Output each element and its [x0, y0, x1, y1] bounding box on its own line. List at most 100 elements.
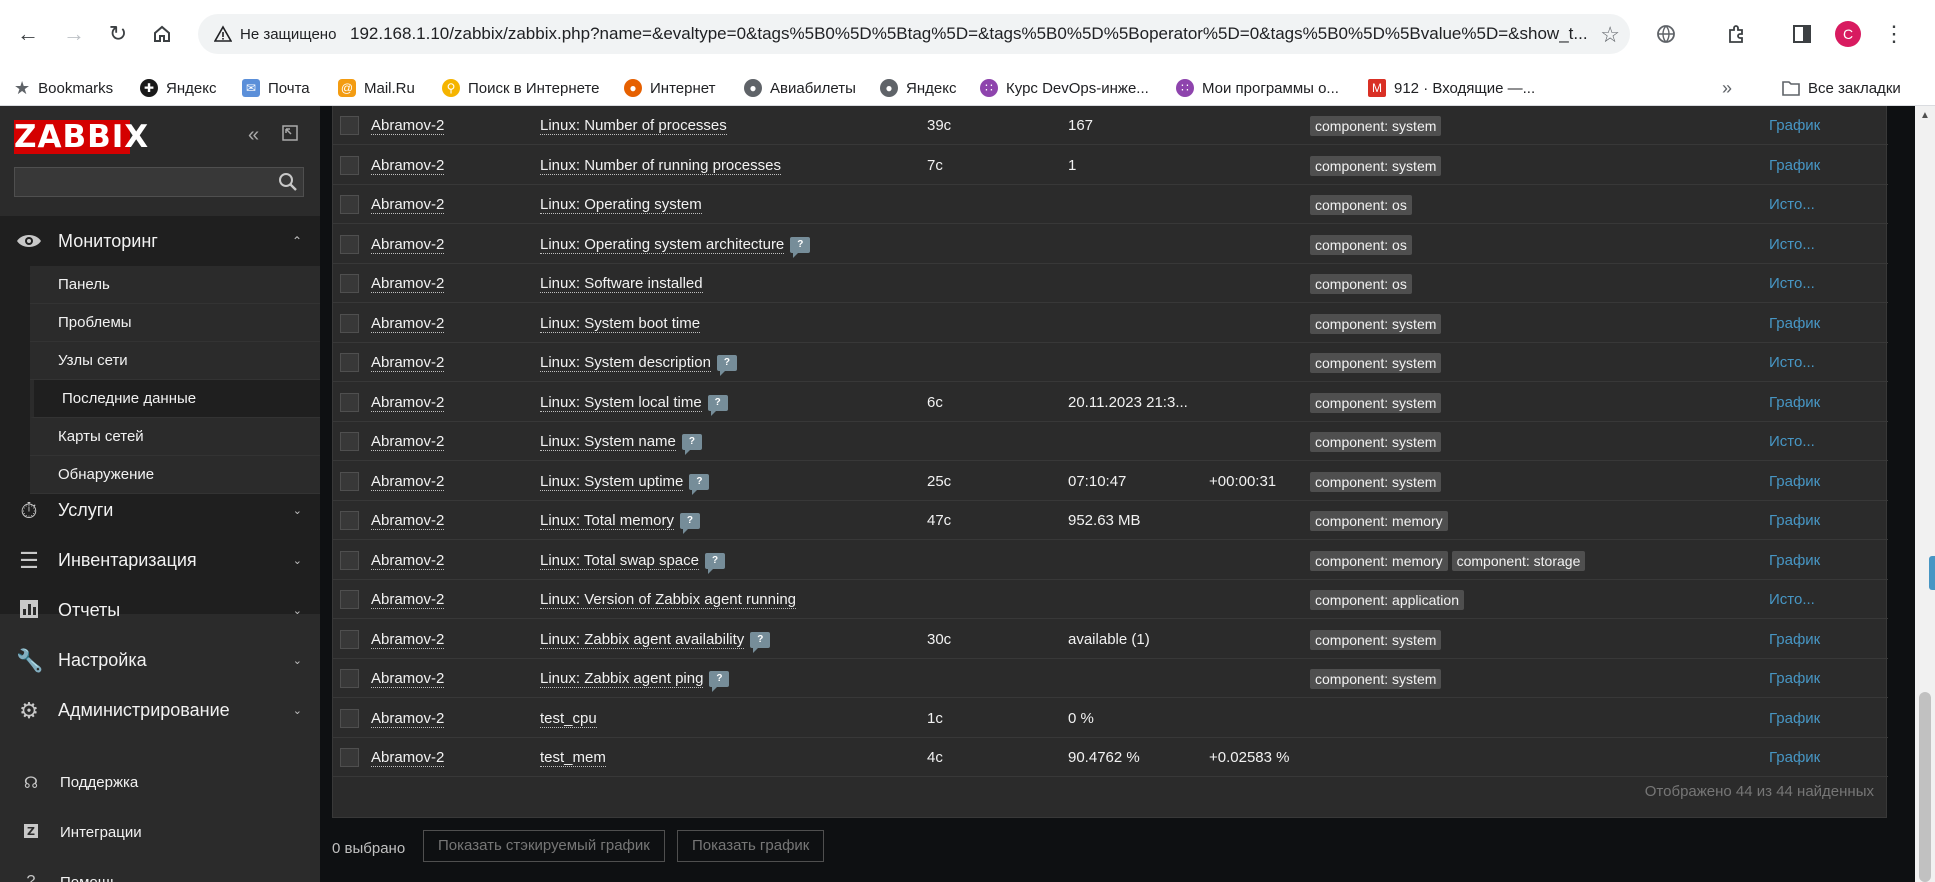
tag-badge[interactable]: component: system	[1310, 432, 1442, 453]
menu-inventory[interactable]: ☰ Инвентаризация ⌄	[0, 536, 320, 586]
bookmark-item[interactable]: ★ Bookmarks	[14, 76, 113, 100]
row-checkbox[interactable]	[340, 392, 359, 412]
tag-badge[interactable]: component: memory	[1310, 550, 1448, 571]
host-link[interactable]: Abramov-2	[371, 354, 445, 372]
host-link[interactable]: Abramov-2	[371, 117, 445, 135]
tag-badge[interactable]: component: system	[1310, 629, 1442, 650]
all-bookmarks[interactable]: Все закладки	[1782, 76, 1901, 100]
item-name-link[interactable]: Linux: Operating system	[540, 196, 702, 214]
extensions-icon[interactable]	[1718, 16, 1754, 52]
item-name-link[interactable]: Linux: Software installed	[540, 275, 703, 293]
submenu-item[interactable]: Панель	[30, 266, 320, 304]
host-link[interactable]: Abramov-2	[371, 275, 445, 293]
page-scrollbar[interactable]: ▲	[1915, 106, 1935, 882]
menu-support[interactable]: ☊ Поддержка	[0, 763, 320, 803]
item-name-link[interactable]: Linux: Zabbix agent ping	[540, 670, 704, 688]
bookmarks-overflow-icon[interactable]: »	[1722, 76, 1732, 100]
bookmark-item[interactable]: M 912 · Входящие —...	[1368, 76, 1535, 100]
search-icon[interactable]	[277, 171, 299, 193]
graph-history-link[interactable]: График	[1769, 738, 1820, 777]
item-name-link[interactable]: Linux: System name	[540, 433, 676, 451]
bookmark-item[interactable]: ● Интернет	[624, 76, 715, 100]
bookmark-item[interactable]: @ Mail.Ru	[338, 76, 415, 100]
item-name-link[interactable]: test_mem	[540, 749, 606, 767]
item-name-link[interactable]: Linux: System boot time	[540, 314, 701, 333]
row-checkbox[interactable]	[340, 629, 359, 649]
help-hint-icon[interactable]: ?	[709, 671, 730, 693]
host-link[interactable]: Abramov-2	[371, 156, 445, 175]
tag-badge[interactable]: component: os	[1310, 234, 1412, 255]
menu-help[interactable]: ? Помощь	[0, 863, 320, 882]
tag-badge[interactable]: component: os	[1310, 195, 1412, 216]
item-name-link[interactable]: Linux: Number of running processes	[540, 156, 781, 175]
graph-history-link[interactable]: Исто...	[1769, 225, 1815, 264]
item-name-link[interactable]: Linux: System uptime	[540, 472, 684, 491]
host-link[interactable]: Abramov-2	[371, 196, 445, 214]
reload-icon[interactable]: ↻	[100, 16, 136, 52]
row-checkbox[interactable]	[340, 234, 359, 254]
host-link[interactable]: Abramov-2	[371, 512, 445, 530]
host-link[interactable]: Abramov-2	[371, 393, 445, 412]
item-name-link[interactable]: Linux: Operating system architecture	[540, 235, 785, 254]
scrollbar-thumb[interactable]	[1919, 692, 1931, 882]
forward-arrow-icon[interactable]: →	[56, 16, 92, 52]
tag-badge[interactable]: component: application	[1310, 590, 1464, 611]
item-name-link[interactable]: test_cpu	[540, 709, 597, 728]
row-checkbox[interactable]	[340, 432, 359, 451]
browser-menu-icon[interactable]: ⋮	[1876, 16, 1912, 52]
item-name-link[interactable]: Linux: Total swap space	[540, 551, 699, 570]
host-link[interactable]: Abramov-2	[371, 551, 445, 570]
sidebar-search-input[interactable]	[14, 167, 304, 197]
host-link[interactable]: Abramov-2	[371, 235, 445, 254]
help-hint-icon[interactable]: ?	[689, 473, 710, 495]
tag-badge[interactable]: component: memory	[1310, 511, 1448, 532]
graph-history-link[interactable]: График	[1769, 146, 1820, 185]
row-checkbox[interactable]	[340, 708, 359, 728]
graph-history-link[interactable]: График	[1769, 659, 1820, 698]
host-link[interactable]: Abramov-2	[371, 433, 445, 451]
show-stacked-graph-button[interactable]: Показать стэкируемый график	[423, 830, 665, 862]
row-checkbox[interactable]	[340, 669, 359, 688]
help-hint-icon[interactable]: ?	[679, 513, 700, 535]
menu-configuration[interactable]: 🔧 Настройка ⌄	[0, 636, 320, 686]
help-hint-icon[interactable]: ?	[790, 236, 811, 258]
item-name-link[interactable]: Linux: System description	[540, 354, 711, 372]
graph-history-link[interactable]: График	[1769, 383, 1820, 422]
kiosk-mode-icon[interactable]	[282, 124, 298, 147]
item-name-link[interactable]: Linux: Number of processes	[540, 117, 727, 135]
tag-badge[interactable]: component: system	[1310, 353, 1442, 374]
security-indicator[interactable]: Не защищено	[206, 20, 346, 48]
home-icon[interactable]	[144, 16, 180, 52]
tag-badge[interactable]: component: os	[1310, 274, 1412, 295]
submenu-item-selected[interactable]: Последние данные	[30, 380, 320, 418]
profile-avatar[interactable]: C	[1830, 16, 1866, 52]
item-name-link[interactable]: Linux: System local time	[540, 393, 702, 412]
bookmark-item[interactable]: ✚ Яндекс	[140, 76, 216, 100]
row-checkbox[interactable]	[340, 274, 359, 293]
tag-badge[interactable]: component: system	[1310, 155, 1442, 176]
host-link[interactable]: Abramov-2	[371, 630, 445, 649]
graph-history-link[interactable]: Исто...	[1769, 185, 1815, 224]
row-checkbox[interactable]	[340, 590, 359, 609]
row-checkbox[interactable]	[340, 116, 359, 135]
graph-history-link[interactable]: Исто...	[1769, 422, 1815, 461]
bookmark-item[interactable]: ∷ Курс DevOps-инже...	[980, 76, 1149, 100]
item-name-link[interactable]: Linux: Zabbix agent availability	[540, 630, 745, 649]
collapse-sidebar-icon[interactable]: «	[248, 124, 259, 147]
row-checkbox[interactable]	[340, 550, 359, 570]
tag-badge[interactable]: component: system	[1310, 669, 1442, 690]
submenu-item[interactable]: Проблемы	[30, 304, 320, 342]
help-hint-icon[interactable]: ?	[705, 552, 725, 574]
host-link[interactable]: Abramov-2	[371, 709, 445, 728]
bookmark-item[interactable]: ● Авиабилеты	[744, 76, 856, 100]
graph-history-link[interactable]: Исто...	[1769, 343, 1815, 382]
host-link[interactable]: Abramov-2	[371, 591, 445, 609]
row-checkbox[interactable]	[340, 748, 359, 767]
graph-history-link[interactable]: График	[1769, 501, 1820, 540]
tag-badge[interactable]: component: system	[1310, 392, 1442, 413]
bookmark-star-icon[interactable]: ☆	[1600, 22, 1620, 48]
graph-history-link[interactable]: Исто...	[1769, 264, 1815, 303]
row-checkbox[interactable]	[340, 195, 359, 214]
translate-icon[interactable]	[1648, 16, 1684, 52]
bookmark-item[interactable]: ⚲ Поиск в Интернете	[442, 76, 600, 100]
